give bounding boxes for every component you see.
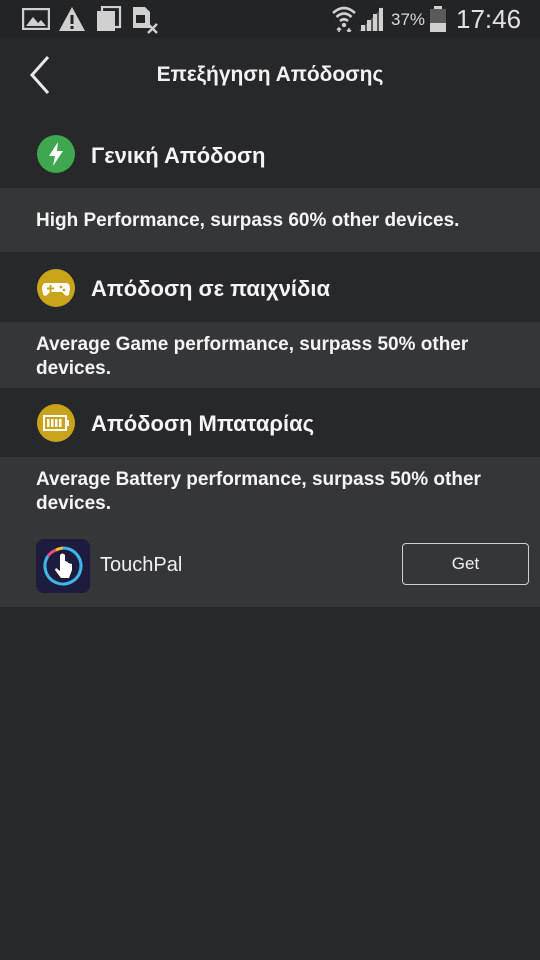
section-text: Average Battery performance, surpass 50%…	[36, 469, 481, 514]
battery-icon	[430, 6, 446, 32]
lightning-icon	[37, 135, 75, 173]
page-title: Επεξήγηση Απόδοσης	[156, 63, 384, 86]
section-body-battery: Average Battery performance, surpass 50%…	[0, 457, 540, 525]
section-body-general: High Performance, surpass 60% other devi…	[0, 188, 540, 252]
app-promo-row[interactable]: TouchPal Get	[0, 525, 540, 607]
section-body-games: Average Game performance, surpass 50% ot…	[0, 322, 540, 388]
battery-percent: 37%	[391, 10, 426, 29]
section-text: High Performance, surpass 60% other devi…	[36, 210, 460, 231]
wifi-icon	[332, 6, 356, 32]
signal-icon	[359, 7, 383, 31]
status-bar: 37% 17:46	[0, 0, 540, 38]
section-text: Average Game performance, surpass 50% ot…	[36, 334, 469, 379]
sim-off-icon	[133, 7, 158, 34]
clock: 17:46	[456, 4, 522, 34]
section-title: Απόδοση σε παιχνίδια	[91, 276, 331, 301]
gamepad-icon	[37, 269, 75, 307]
copy-icon	[97, 6, 122, 31]
touchpal-app-icon[interactable]	[36, 539, 90, 593]
section-header-general: Γενική Απόδοση	[0, 120, 540, 188]
warning-icon	[59, 7, 85, 31]
section-title: Γενική Απόδοση	[91, 143, 266, 168]
section-header-games: Απόδοση σε παιχνίδια	[0, 254, 540, 322]
battery-icon	[37, 404, 75, 442]
section-title: Απόδοση Μπαταρίας	[91, 411, 315, 436]
get-button[interactable]: Get	[402, 543, 529, 585]
app-bar: Επεξήγηση Απόδοσης	[0, 38, 540, 118]
section-header-battery: Απόδοση Μπαταρίας	[0, 389, 540, 457]
app-name: TouchPal	[100, 554, 183, 576]
image-icon	[22, 8, 50, 30]
